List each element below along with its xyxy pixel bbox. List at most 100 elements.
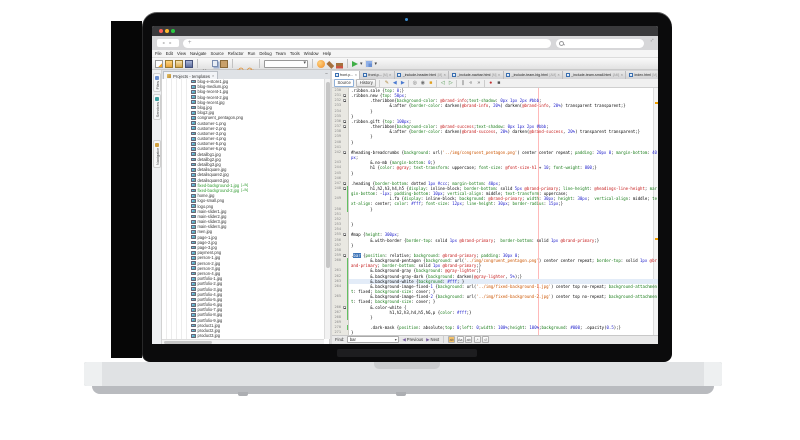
new-file-icon[interactable] (155, 60, 163, 68)
fold-collapse-icon[interactable] (343, 187, 346, 190)
redo-icon[interactable] (247, 60, 255, 68)
minimize-panel-icon[interactable]: − (325, 71, 328, 77)
next-bookmark-icon[interactable]: ▷ (447, 80, 454, 87)
close-tab-icon[interactable]: × (389, 73, 391, 77)
code-editor[interactable]: 230.ribbon.sale {top: 0;}231.ribbon.new … (332, 88, 658, 335)
find-dropdown-icon[interactable]: ▾ (395, 337, 397, 342)
menu-run[interactable]: Run (248, 51, 256, 56)
editor-tab[interactable]: _include-header.html[M]× (395, 71, 450, 79)
stop-macro-icon[interactable]: ■ (495, 80, 502, 87)
menu-source[interactable]: Source (211, 51, 224, 56)
forward-icon[interactable]: ▶ (399, 80, 406, 87)
menu-edit[interactable]: Edit (166, 51, 173, 56)
find-selection-icon[interactable]: ◎ (411, 80, 418, 87)
fold-collapse-icon[interactable] (343, 120, 346, 123)
config-combobox[interactable] (264, 60, 308, 68)
indent-left-icon[interactable]: « (467, 80, 474, 87)
close-tab-icon[interactable]: × (621, 73, 623, 77)
source-view-button[interactable]: Source (334, 79, 354, 88)
code-line[interactable]: 260 &.background-pentagon {background: u… (332, 258, 658, 268)
editor-tab[interactable]: _include-team-small.html[AM]× (563, 71, 626, 79)
editor-tab[interactable]: front.p...[M]× (360, 71, 394, 79)
fold-collapse-icon[interactable] (343, 94, 346, 97)
minimize-window-button[interactable] (165, 29, 169, 33)
comment-icon[interactable]: ∥ (459, 80, 466, 87)
fold-collapse-icon[interactable] (343, 306, 346, 309)
history-view-button[interactable]: History (356, 79, 376, 88)
find-next-button[interactable]: ▶ Next (426, 337, 439, 343)
fold-collapse-icon[interactable] (343, 254, 346, 257)
close-tab-icon[interactable]: × (444, 73, 446, 77)
deploy-icon[interactable] (317, 60, 325, 68)
new-project-icon[interactable] (165, 60, 173, 68)
menu-help[interactable]: Help (323, 51, 332, 56)
editor-tab[interactable]: index.html[M]× (626, 71, 658, 79)
editor-tab[interactable]: _include-navbar.html[M]× (449, 71, 503, 79)
side-tab-files[interactable]: Files (153, 73, 161, 92)
code-line[interactable]: 264 &.background-image-fixed-1 {backgrou… (332, 284, 658, 294)
build-icon[interactable] (327, 61, 334, 68)
close-tab-icon[interactable]: × (558, 73, 560, 77)
run-icon[interactable] (352, 61, 358, 67)
find-input[interactable]: bar ▾ (347, 336, 399, 343)
back-forward-buttons[interactable]: ◂ ▸ (157, 39, 179, 47)
whole-words-toggle[interactable]: ab (465, 336, 472, 343)
menu-navigate[interactable]: Navigate (190, 51, 207, 56)
find-previous-button[interactable]: ◀ Previous (402, 337, 423, 343)
fold-collapse-icon[interactable] (343, 182, 346, 185)
find-occurrence-icon[interactable]: ◉ (419, 80, 426, 87)
wrap-around-toggle[interactable]: ↺ (482, 336, 489, 343)
code-line[interactable]: 248 h1,h2,h3,h4,h5 {display: inline-bloc… (332, 186, 658, 196)
menu-team[interactable]: Team (276, 51, 286, 56)
fullscreen-icon[interactable]: ↔ (648, 36, 656, 44)
dropdown-caret-icon[interactable]: ▾ (375, 60, 378, 68)
back-icon[interactable]: ◀ (391, 80, 398, 87)
close-tab-icon[interactable]: × (498, 73, 500, 77)
code-line[interactable]: 265 &.background-image-fixed-2 {backgrou… (332, 294, 658, 304)
fold-collapse-icon[interactable] (343, 233, 346, 236)
menu-window[interactable]: Window (304, 51, 319, 56)
html-file-icon (566, 73, 570, 77)
side-tab-services[interactable]: Services (153, 94, 161, 120)
zoom-window-button[interactable] (171, 29, 175, 33)
side-tab-navigator[interactable]: Navigator (153, 140, 161, 168)
new-tab-button[interactable]: + (188, 40, 192, 46)
indent-right-icon[interactable]: » (475, 80, 482, 87)
code-line[interactable]: 249 i.fa {display: inline-block; backgro… (332, 196, 658, 206)
fold-collapse-icon[interactable] (343, 99, 346, 102)
profile-grid-icon[interactable] (365, 60, 373, 68)
record-macro-icon[interactable]: ● (487, 80, 494, 87)
code-line[interactable]: 242#heading-breadcrumbs {background: url… (332, 150, 658, 160)
search-field[interactable] (556, 39, 644, 48)
clean-build-icon[interactable] (336, 63, 343, 66)
save-all-icon[interactable] (185, 60, 193, 68)
last-edit-icon[interactable]: ✎ (383, 80, 390, 87)
tree-hscrollbar-thumb[interactable] (164, 341, 212, 344)
close-window-button[interactable] (159, 29, 163, 33)
menu-file[interactable]: File (155, 51, 162, 56)
code-line[interactable]: 271} (332, 330, 658, 334)
highlight-results-toggle[interactable]: ab (448, 336, 455, 343)
close-tab-icon[interactable]: × (355, 73, 357, 77)
menu-view[interactable]: View (177, 51, 186, 56)
dropdown-caret-icon[interactable]: ▾ (360, 60, 363, 68)
editor-tab[interactable]: front.p...× (332, 71, 360, 79)
cut-icon[interactable] (202, 60, 210, 68)
regexp-toggle[interactable]: .* (474, 336, 481, 343)
editor-tab[interactable]: _include-team-big.html[AM]× (504, 71, 564, 79)
close-projects-tab-icon[interactable]: × (212, 74, 214, 78)
menu-refactor[interactable]: Refactor (228, 51, 244, 56)
paste-icon[interactable] (220, 60, 228, 68)
previous-bookmark-icon[interactable]: ◁ (439, 80, 446, 87)
highlight-icon[interactable]: ■ (427, 80, 434, 87)
open-project-icon[interactable] (175, 60, 183, 68)
undo-icon[interactable] (237, 60, 245, 68)
tree-horizontal-scrollbar[interactable] (162, 339, 324, 344)
fold-collapse-icon[interactable] (343, 151, 346, 154)
menu-debug[interactable]: Debug (259, 51, 271, 56)
copy-icon[interactable] (212, 60, 218, 67)
match-case-toggle[interactable]: Aa (457, 336, 464, 343)
tab-bar[interactable]: + (183, 39, 551, 48)
fold-collapse-icon[interactable] (343, 125, 346, 128)
menu-tools[interactable]: Tools (290, 51, 300, 56)
